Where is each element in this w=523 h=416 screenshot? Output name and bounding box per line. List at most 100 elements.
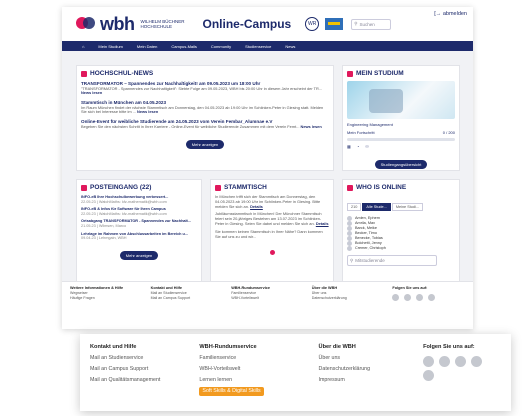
footer-col-head: WBH-Rundumservice bbox=[231, 286, 271, 290]
posteingang-title-text: POSTEINGANG (22) bbox=[90, 184, 152, 191]
news-more-link[interactable]: News lesen bbox=[137, 109, 158, 114]
mail-item[interactable]: Lehrlage im Rahmen von Abschlussarbeiten… bbox=[81, 232, 197, 241]
news-more-button[interactable]: Mehr anzeigen bbox=[185, 140, 225, 150]
wbh-logo[interactable]: wbh WILHELM BÜCHNER HOCHSCHULE bbox=[76, 14, 185, 35]
online-person[interactable]: Cremer, Christoph bbox=[347, 246, 455, 251]
linkedin-icon[interactable] bbox=[404, 294, 412, 301]
glass-icon bbox=[215, 184, 221, 191]
tab-count[interactable]: 210 bbox=[347, 203, 362, 211]
footer-zoom-head: Über die WBH bbox=[318, 344, 356, 350]
footer-zoom-head: Folgen Sie uns auf: bbox=[423, 344, 475, 350]
footer-small: Weitere Informationen & Hilfe Wegweiser Hä… bbox=[62, 281, 473, 329]
footer-zoom-link[interactable]: Familienservice bbox=[199, 353, 306, 364]
mail-item[interactable]: INFO-eB Ihre Hochschulbewerbung verbesse… bbox=[81, 195, 197, 204]
mail-subject[interactable]: INFO-eB Ihre Hochschulbewerbung verbesse… bbox=[81, 195, 168, 199]
search-placeholder: Mitstudierende bbox=[355, 258, 385, 263]
footer-zoom-link[interactable]: WBH-Vorteilswelt bbox=[199, 364, 306, 375]
footer-link[interactable]: Häufige Fragen bbox=[70, 296, 143, 301]
social-icons bbox=[423, 356, 501, 367]
footer-zoom-link[interactable]: Lernen lernen bbox=[199, 375, 306, 386]
progress-value: 0 / 200 bbox=[442, 130, 455, 135]
program-name[interactable]: Engineering Management bbox=[347, 122, 455, 127]
users-icon bbox=[347, 184, 353, 191]
footer-zoom-contact: Kontakt und Hilfe Mail an Studienservice… bbox=[90, 342, 187, 403]
carousel-dot[interactable] bbox=[269, 250, 275, 256]
youtube-icon[interactable] bbox=[423, 370, 435, 381]
brand-subtitle: WILHELM BÜCHNER HOCHSCHULE bbox=[141, 19, 185, 29]
news-item[interactable]: Stammtisch in München am 04.05.2023 Im R… bbox=[81, 100, 329, 115]
mail-subject[interactable]: INFO-eB & Infos für Software für Ihren C… bbox=[81, 207, 166, 211]
nav-studienservice[interactable]: Studienservice bbox=[245, 44, 271, 49]
mail-subject[interactable]: Ortsabgang TRANSFORMATOR - Spannendes zu… bbox=[81, 219, 191, 223]
campus-page: wbh WILHELM BÜCHNER HOCHSCHULE Online-Ca… bbox=[62, 7, 473, 329]
calendar-icon[interactable]: ▦ bbox=[347, 144, 351, 149]
soft-skills-link[interactable]: Soft Skills & Digital Skills bbox=[199, 387, 264, 396]
search-placeholder: Suchen bbox=[359, 21, 375, 27]
stammtisch-text-3: Sie kommen keinen Stammtisch in Ihrer Nä… bbox=[215, 228, 323, 239]
progress-label: Mein Fortschritt bbox=[347, 130, 375, 135]
posteingang-title: POSTEINGANG (22) bbox=[81, 184, 197, 191]
logout-link[interactable]: [→ abmelden bbox=[434, 11, 467, 17]
instagram-icon[interactable] bbox=[455, 356, 467, 367]
footer-col: Kontakt und Hilfe Mail an Studienservice M… bbox=[151, 286, 224, 325]
news-item[interactable]: Online-Event für weibliche Studierende a… bbox=[81, 119, 329, 129]
footer-link[interactable]: Datenschutzerklärung bbox=[312, 296, 385, 301]
mail-meta: 22.05.23 | WatchMaths: kfz-mathematik@wb… bbox=[81, 211, 167, 216]
mail-item[interactable]: Ortsabgang TRANSFORMATOR - Spannendes zu… bbox=[81, 219, 197, 228]
tab-meine-studiengang[interactable]: Meine Studi... bbox=[391, 203, 424, 211]
who-title: WHO IS ONLINE bbox=[347, 184, 455, 191]
group-icon[interactable]: ⚇ bbox=[365, 144, 369, 149]
news-title-text: HOCHSCHUL-NEWS bbox=[90, 70, 154, 77]
search-input[interactable]: ⚲ Suchen bbox=[351, 18, 392, 30]
graduation-icon bbox=[347, 70, 353, 77]
studium-title-text: MEIN STUDIUM bbox=[356, 70, 404, 77]
footer-link[interactable]: Mail an Campus Support bbox=[151, 296, 224, 301]
footer-zoom-link[interactable]: Über uns bbox=[319, 353, 412, 364]
news-item[interactable]: TRANSFORMATOR – Spannendes zur Nachhalti… bbox=[81, 81, 329, 96]
home-icon[interactable]: ⌂ bbox=[82, 44, 84, 49]
stammtisch-title-text: STAMMTISCH bbox=[224, 184, 267, 191]
stammtisch-details-link[interactable]: Details bbox=[250, 204, 263, 209]
person-name[interactable]: Cremer, Christoph bbox=[355, 246, 386, 251]
news-more-link[interactable]: News lesen bbox=[301, 124, 322, 129]
footer-zoom-link[interactable]: Datenschutzerklärung bbox=[319, 364, 412, 375]
header: wbh WILHELM BÜCHNER HOCHSCHULE Online-Ca… bbox=[62, 7, 473, 41]
mitstudierende-search-input[interactable]: ⚲ Mitstudierende bbox=[347, 255, 437, 266]
footer-zoom-link[interactable]: Mail an Qualitätsmanagement bbox=[90, 375, 187, 386]
instagram-icon[interactable] bbox=[416, 294, 424, 301]
carousel-dots[interactable] bbox=[215, 242, 329, 260]
mail-subject[interactable]: Lehrlage im Rahmen von Abschlussarbeiten… bbox=[81, 232, 188, 236]
xing-icon[interactable] bbox=[428, 294, 436, 301]
stammtisch-details-link[interactable]: Details bbox=[316, 221, 329, 226]
studiengang-button[interactable]: Studiengangsübersicht bbox=[374, 160, 428, 169]
mail-more-button[interactable]: Mehr anzeigen bbox=[119, 250, 159, 260]
wr-badge[interactable]: WR bbox=[305, 17, 320, 31]
nav-news[interactable]: News bbox=[285, 44, 295, 49]
news-text: "TRANSFORMATOR - Spannendes zur Nachhalt… bbox=[81, 85, 323, 91]
nav-mein-studium[interactable]: Mein Studium bbox=[98, 44, 122, 49]
footer-col-head: Kontakt und Hilfe bbox=[150, 286, 183, 290]
facebook-icon[interactable] bbox=[423, 356, 435, 367]
nav-mein-daten[interactable]: Mein Daten bbox=[137, 44, 157, 49]
who-tabs: 210 Alle Stude... Meine Studi... bbox=[347, 195, 455, 213]
footer-zoom-link[interactable]: Impressum bbox=[319, 375, 412, 386]
news-more-link[interactable]: News lesen bbox=[81, 90, 102, 95]
xing-icon[interactable] bbox=[471, 356, 483, 367]
facebook-icon[interactable] bbox=[392, 294, 400, 301]
tab-alle-studierende[interactable]: Alle Stude... bbox=[362, 203, 391, 211]
nav-campus-mails[interactable]: Campus-Mails bbox=[171, 44, 197, 49]
footer-zoom-link[interactable]: Mail an Campus Support bbox=[90, 364, 187, 375]
who-title-text: WHO IS ONLINE bbox=[356, 184, 407, 191]
footer-link[interactable]: WBH-Vorteilswelt bbox=[231, 296, 304, 301]
mail-item[interactable]: INFO-eB & Infos für Software für Ihren C… bbox=[81, 207, 197, 216]
brand-sub2: HOCHSCHULE bbox=[140, 24, 173, 29]
news-text: Im Raum München findet der nächste Stamm… bbox=[81, 104, 324, 115]
mail-icon bbox=[81, 184, 87, 191]
footer-zoom-link[interactable]: Mail an Studienservice bbox=[90, 353, 187, 364]
linkedin-icon[interactable] bbox=[439, 356, 451, 367]
campus-title: Online-Campus bbox=[202, 17, 292, 31]
nav-community[interactable]: Community bbox=[211, 44, 231, 49]
stammtisch-text-1: In München trifft sich der Stammtisch am… bbox=[215, 194, 321, 209]
chart-icon[interactable]: ◔ bbox=[357, 144, 359, 149]
mail-meta: 22.05.23 | WatchMaths: kfz-mathematik@wb… bbox=[81, 199, 167, 204]
